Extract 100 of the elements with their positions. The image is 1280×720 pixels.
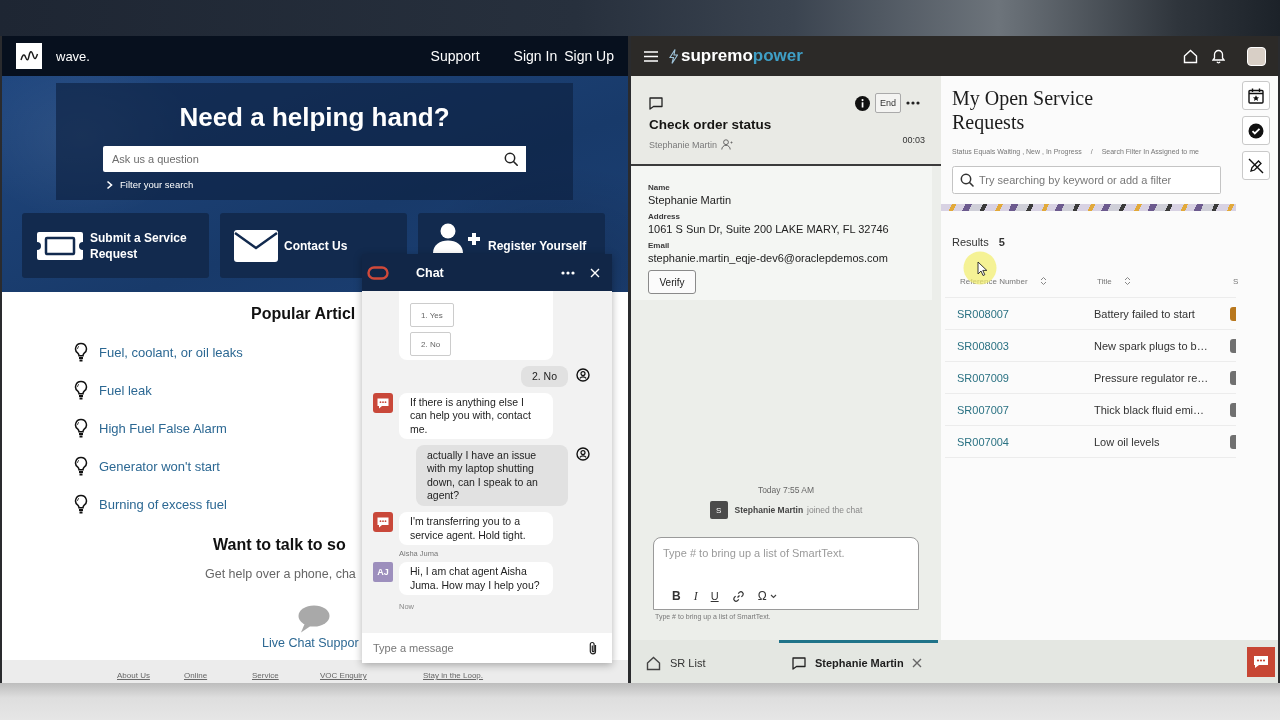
person-add-icon	[432, 223, 482, 253]
table-cell: Battery failed to start	[1094, 307, 1195, 320]
reference-link[interactable]: SR008003	[957, 339, 1009, 352]
lightbulb-icon	[74, 342, 88, 362]
menu-icon[interactable]	[644, 50, 658, 62]
table-cell: Thick black fluid emi…	[1094, 403, 1205, 416]
verify-button[interactable]: Verify	[648, 270, 696, 294]
bolt-icon	[669, 48, 678, 64]
end-button[interactable]: End	[875, 93, 901, 113]
lightbulb-icon	[74, 380, 88, 400]
customer-name: Stephanie Martin	[649, 139, 718, 150]
chat-message: actually I have an issue with my laptop shutting down, can I speak to an agent?	[416, 445, 568, 506]
footer-link[interactable]: VOC Enquiry	[320, 671, 367, 681]
message-input[interactable]: Type a message	[362, 633, 586, 663]
page-title: My Open Service Requests	[952, 86, 1095, 134]
info-icon[interactable]	[855, 95, 870, 111]
chat-message: I'm transferring you to a service agent. Hold tight.	[399, 512, 553, 545]
article-link[interactable]: Generator won't start	[99, 458, 220, 474]
footer-link[interactable]: Service	[252, 671, 279, 681]
check-circle-icon	[1248, 122, 1264, 139]
special-characters-button[interactable]: Ω	[757, 589, 777, 603]
search-icon[interactable]	[500, 146, 526, 172]
check-button[interactable]	[1242, 116, 1270, 145]
person-icon	[721, 139, 734, 150]
paperclip-icon[interactable]	[586, 633, 612, 663]
bottom-tab[interactable]: SR List	[631, 640, 779, 683]
section-title: Popular Articl	[251, 305, 356, 323]
sort-icon[interactable]	[1123, 276, 1131, 286]
sort-icon[interactable]	[1039, 276, 1047, 286]
results-count: 5	[998, 235, 1005, 249]
link-icon[interactable]	[731, 589, 745, 603]
section-subtitle: Get help over a phone, cha	[205, 566, 356, 582]
user-avatar-icon	[576, 368, 590, 382]
lightbulb-icon	[74, 456, 88, 476]
article-link[interactable]: Burning of excess fuel	[99, 496, 227, 512]
nav-link[interactable]: Sign In	[513, 48, 558, 64]
nav-link[interactable]: Sign Up	[564, 48, 614, 64]
logo-icon[interactable]	[16, 43, 42, 69]
chat-icon	[792, 656, 806, 670]
chat-bot-icon	[373, 512, 393, 532]
message-editor[interactable]: Type # to bring up a list of SmartText. B I U Ω	[653, 537, 919, 610]
field-value: stephanie.martin_eqje-dev6@oraclepdemos.com	[648, 251, 888, 265]
field-label: Address	[648, 212, 680, 222]
search-field[interactable]: Ask us a question	[103, 146, 500, 172]
field-value: 1061 S Sun Dr, Suite 200 LAKE MARY, FL 32746	[648, 222, 889, 236]
field-label: Name	[648, 183, 670, 193]
section-title: Want to talk to so	[213, 536, 346, 554]
speech-bubble-icon	[298, 605, 330, 633]
caret-icon	[769, 593, 777, 599]
calendar-button[interactable]	[1242, 81, 1270, 110]
lightbulb-icon	[74, 494, 88, 514]
chat-bot-icon	[373, 392, 393, 413]
filter-link[interactable]: Filter your search	[106, 179, 194, 191]
profile-photo-placeholder[interactable]	[1247, 46, 1266, 66]
option-button[interactable]: 2. No	[410, 332, 452, 356]
footer-link[interactable]: About Us	[117, 671, 150, 681]
participant-name: Stephanie Martin	[734, 505, 804, 515]
search-icon	[952, 166, 978, 194]
tile-button[interactable]: Submit a Service Request	[22, 213, 209, 278]
footer-link[interactable]: Stay in the Loop.	[423, 671, 484, 681]
column-header[interactable]: Title	[1097, 276, 1131, 286]
table-cell: New spark plugs to b…	[1094, 339, 1208, 352]
tile-button[interactable]: Contact Us	[220, 213, 407, 278]
site-name[interactable]: wave.	[56, 48, 90, 64]
chat-button[interactable]	[1247, 646, 1275, 677]
reference-link[interactable]: SR007004	[957, 435, 1009, 448]
chevron-right-icon	[106, 180, 113, 190]
lightbulb-icon	[74, 418, 88, 438]
pen-slash-button[interactable]	[1242, 151, 1270, 180]
ticket-icon	[36, 229, 84, 262]
footer-link[interactable]: Online	[184, 671, 208, 681]
article-link[interactable]: High Fuel False Alarm	[99, 420, 227, 436]
option-button[interactable]: 1. Yes	[410, 303, 454, 327]
reference-link[interactable]: SR007007	[957, 403, 1009, 416]
article-link[interactable]: Fuel leak	[99, 382, 152, 398]
column-header[interactable]: S	[1233, 276, 1239, 286]
reference-link[interactable]: SR007009	[957, 371, 1009, 384]
timer: 00:03	[902, 135, 925, 145]
brand-name: supremopower	[681, 46, 803, 66]
hero-title: Need a helping hand?	[179, 102, 450, 132]
italic-button[interactable]: I	[693, 589, 698, 603]
bold-button[interactable]: B	[672, 589, 681, 603]
search-field[interactable]: Try searching by keyword or add a filter	[978, 166, 1221, 194]
article-link[interactable]: Fuel, coolant, or oil leaks	[99, 344, 243, 360]
chat-bubble-icon	[1253, 654, 1269, 669]
table-cell: Low oil levels	[1094, 435, 1160, 448]
pen-slash-icon	[1248, 157, 1264, 174]
chat-title: Chat	[416, 265, 444, 280]
live-chat-link[interactable]: Live Chat Suppor	[262, 635, 359, 651]
agent-avatar: AJ	[373, 562, 393, 582]
envelope-icon	[234, 228, 278, 263]
home-icon[interactable]	[1183, 48, 1198, 64]
reference-link[interactable]: SR008007	[957, 307, 1009, 320]
underline-button[interactable]: U	[710, 589, 719, 603]
nav-link[interactable]: Support	[430, 48, 480, 64]
bell-icon[interactable]	[1212, 48, 1225, 64]
more-icon[interactable]	[561, 270, 575, 275]
user-avatar: S	[709, 501, 728, 519]
ring-logo-icon	[367, 265, 389, 280]
more-icon[interactable]	[906, 101, 920, 105]
